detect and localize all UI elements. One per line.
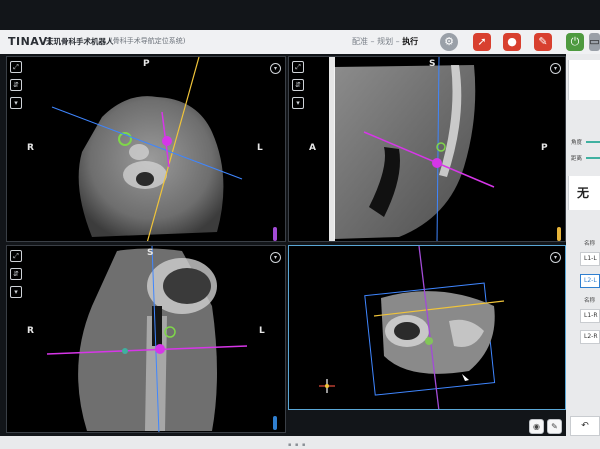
axial-view[interactable]: ⤢ ⇵ ▾ ▾ P R L [6, 56, 286, 242]
orientation-right: P [541, 143, 548, 153]
screw-item-l2-r[interactable]: L2-R [580, 330, 600, 344]
group-label: 名称 [584, 241, 596, 247]
dropdown-icon[interactable]: ▾ [292, 97, 304, 109]
robot-arm-icon: ➚ [477, 35, 487, 48]
volume-3d-image [319, 246, 505, 409]
orientation-left: R [27, 326, 34, 336]
volume-3d-view[interactable]: ▾ [288, 245, 566, 410]
window-button[interactable]: ▭ [589, 33, 600, 51]
caption-card: 无 [568, 176, 600, 210]
scroll-icon[interactable]: ⇵ [292, 79, 304, 91]
orientation-axes-icon [319, 379, 335, 393]
monitor-screen: TINAVI 天玑骨科手术机器人 (骨科手术导航定位系统) 配准 – 规划 – … [0, 0, 600, 449]
screenshot-button[interactable]: ◉ [529, 419, 544, 434]
step-registration[interactable]: 配准 [352, 37, 368, 46]
orientation-top: S [429, 59, 436, 69]
tool-settings-button[interactable]: ✎ [547, 419, 562, 434]
person-icon: ● [507, 35, 517, 48]
dropdown-icon[interactable]: ▾ [10, 97, 22, 109]
orientation-right: L [257, 143, 263, 153]
angle-label: 角度 [571, 140, 583, 146]
coronal-view[interactable]: ⤢ ⇵ ▾ ▾ S R L [6, 245, 286, 433]
dropdown-icon[interactable]: ▾ [10, 286, 22, 298]
caption-text: 无 [577, 186, 590, 200]
camera-icon: ◉ [533, 422, 540, 431]
view-menu-icon[interactable]: ▾ [270, 252, 281, 263]
workflow-steps: 配准 – 规划 – 执行 [352, 36, 418, 47]
zoom-icon[interactable]: ⤢ [10, 250, 22, 262]
angle-bar [586, 141, 600, 143]
window-icon: ▭ [589, 35, 600, 48]
distance-label: 距离 [571, 156, 583, 162]
tool-button[interactable]: ✎ [534, 33, 552, 51]
gear-icon: ⚙ [444, 35, 454, 48]
axial-ct-image [51, 57, 243, 241]
view-toolbar: ⤢ ⇵ ▾ [292, 61, 304, 115]
wrench-icon: ✎ [538, 35, 548, 48]
group-label: 名称 [584, 298, 596, 304]
status-card [568, 60, 600, 100]
sagittal-ct-image [329, 57, 495, 241]
orientation-left: R [27, 143, 34, 153]
return-arrow-icon: ↶ [581, 421, 589, 431]
bottom-bar [0, 436, 566, 449]
view-menu-icon[interactable]: ▾ [550, 252, 561, 263]
product-name: 天玑骨科手术机器人 [46, 37, 114, 46]
product-subtitle: (骨科手术导航定位系统) [110, 37, 186, 45]
wrench-icon: ✎ [551, 422, 558, 431]
coronal-ct-image [46, 246, 248, 432]
settings-button[interactable]: ⚙ [440, 33, 458, 51]
view-menu-icon[interactable]: ▾ [270, 63, 281, 74]
view-toolbar: ⤢ ⇵ ▾ [10, 250, 22, 304]
patient-button[interactable]: ● [503, 33, 521, 51]
scroll-icon[interactable]: ⇵ [10, 268, 22, 280]
sagittal-view[interactable]: ⤢ ⇵ ▾ ▾ S A P [288, 56, 566, 242]
screw-item-l2-l[interactable]: L2-L [580, 274, 600, 288]
view-color-chip [557, 227, 561, 241]
step-planning[interactable]: 规划 [377, 37, 393, 46]
zoom-icon[interactable]: ⤢ [292, 61, 304, 73]
step-execution[interactable]: 执行 [402, 37, 418, 46]
orientation-top: P [143, 59, 150, 69]
orientation-top: S [147, 248, 154, 258]
power-icon: ⏻ [570, 35, 580, 48]
title-bar: TINAVI 天玑骨科手术机器人 (骨科手术导航定位系统) 配准 – 规划 – … [0, 30, 600, 54]
view-color-chip [273, 227, 277, 241]
screw-item-l1-r[interactable]: L1-R [580, 309, 600, 323]
scroll-icon[interactable]: ⇵ [10, 79, 22, 91]
view-toolbar: ⤢ ⇵ ▾ [10, 61, 22, 115]
back-button[interactable]: ↶ [570, 416, 600, 436]
distance-bar [586, 157, 600, 159]
orientation-right: L [259, 326, 265, 336]
view-menu-icon[interactable]: ▾ [550, 63, 561, 74]
monitor-bezel: ▪ ▪ ▪ [288, 442, 307, 448]
orientation-left: A [309, 143, 316, 153]
screw-item-l1-l[interactable]: L1-L [580, 252, 600, 266]
robot-arm-button[interactable]: ➚ [473, 33, 491, 51]
power-button[interactable]: ⏻ [566, 33, 584, 51]
right-panel: 角度 距离 无 名称 L1-L L2-L 名称 L1-R L2-R ↶ [566, 54, 600, 449]
view-color-chip [273, 416, 277, 430]
zoom-icon[interactable]: ⤢ [10, 61, 22, 73]
